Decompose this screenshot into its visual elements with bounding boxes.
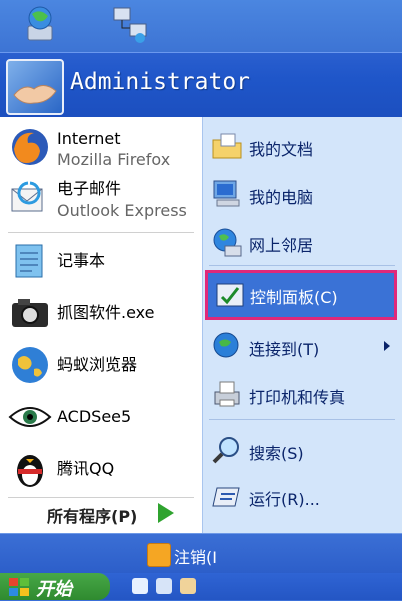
menu-item-network-places[interactable]: 网上邻居 xyxy=(203,221,402,263)
menu-item-my-documents[interactable]: 我的文档 xyxy=(203,125,402,167)
globe-icon xyxy=(12,347,48,383)
menu-item-label: 控制面板(C) xyxy=(250,288,338,307)
program-subtitle: Mozilla Firefox xyxy=(57,150,171,169)
menu-item-connect-to[interactable]: 连接到(T) xyxy=(203,325,402,367)
quicklaunch-ie-icon[interactable] xyxy=(132,578,148,594)
outlook-express-icon xyxy=(11,181,43,212)
start-button[interactable]: 开始 xyxy=(0,573,110,600)
menu-item-label: 网上邻居 xyxy=(249,236,314,255)
desktop-strip xyxy=(0,0,402,52)
program-title: 蚂蚁浏览器 xyxy=(57,355,138,374)
camera-icon xyxy=(12,299,48,327)
network-places-icon xyxy=(213,228,242,257)
program-title: 电子邮件 xyxy=(57,179,122,198)
program-tencent-qq[interactable]: 腾讯QQ xyxy=(0,445,202,495)
separator xyxy=(8,497,194,498)
submenu-arrow-icon xyxy=(384,341,390,351)
system-places-pane: 我的文档 我的电脑 网上邻居 控制面板(C) 连接到(T) 打印机和传真 搜索(… xyxy=(202,117,402,533)
printer-icon xyxy=(214,381,240,407)
menu-item-run[interactable]: 运行(R)... xyxy=(203,475,402,517)
menu-item-printers-faxes[interactable]: 打印机和传真 xyxy=(203,373,402,415)
user-name: Administrator xyxy=(70,69,251,95)
start-menu-header: Administrator xyxy=(0,52,402,117)
quicklaunch-tool-icon[interactable] xyxy=(180,578,196,594)
firefox-icon xyxy=(12,129,48,165)
my-documents-icon xyxy=(212,133,242,159)
quicklaunch-app-icon[interactable] xyxy=(156,578,172,594)
separator xyxy=(209,419,395,420)
menu-item-label: 我的文档 xyxy=(249,140,314,159)
program-notepad[interactable]: 记事本 xyxy=(0,237,202,287)
connect-to-icon xyxy=(213,332,239,358)
menu-item-label: 我的电脑 xyxy=(249,188,314,207)
user-avatar[interactable] xyxy=(6,59,64,115)
separator xyxy=(8,232,194,233)
program-title: Internet xyxy=(57,129,121,148)
taskbar: 开始 xyxy=(0,573,402,600)
network-globe-desktop-icon[interactable] xyxy=(20,4,60,44)
eye-icon xyxy=(8,407,52,427)
program-firefox[interactable]: Internet Mozilla Firefox xyxy=(0,121,202,171)
run-icon xyxy=(212,487,240,507)
search-icon xyxy=(212,437,239,464)
play-arrow-icon[interactable] xyxy=(158,503,174,523)
notepad-icon xyxy=(15,244,43,278)
network-computers-desktop-icon[interactable] xyxy=(110,4,150,44)
all-programs-label[interactable]: 所有程序(P) xyxy=(47,503,137,527)
program-title: 腾讯QQ xyxy=(57,459,115,478)
windows-flag-icon xyxy=(9,578,29,596)
pinned-programs-pane: Internet Mozilla Firefox 电子邮件 Outlook Ex… xyxy=(0,117,202,533)
key-icon[interactable] xyxy=(147,543,171,567)
control-panel-icon xyxy=(216,283,244,307)
menu-item-label: 连接到(T) xyxy=(249,340,320,359)
program-subtitle: Outlook Express xyxy=(57,201,187,220)
start-menu-footer: 注销(I xyxy=(0,533,402,574)
menu-item-label: 运行(R)... xyxy=(249,490,320,509)
logoff-button[interactable]: 注销(I xyxy=(174,544,217,568)
start-label: 开始 xyxy=(36,579,72,600)
handshake-avatar-icon xyxy=(13,85,57,104)
menu-item-search[interactable]: 搜索(S) xyxy=(203,429,402,471)
separator xyxy=(209,265,395,266)
menu-item-control-panel[interactable]: 控制面板(C) xyxy=(205,270,397,320)
my-computer-icon xyxy=(213,180,240,207)
menu-item-label: 搜索(S) xyxy=(249,444,304,463)
program-outlook-express[interactable]: 电子邮件 Outlook Express xyxy=(0,175,202,225)
qq-penguin-icon xyxy=(17,455,43,487)
program-title: 抓图软件.exe xyxy=(57,303,155,322)
program-ant-browser[interactable]: 蚂蚁浏览器 xyxy=(0,341,202,391)
program-acdsee[interactable]: ACDSee5 xyxy=(0,393,202,443)
menu-item-my-computer[interactable]: 我的电脑 xyxy=(203,173,402,215)
menu-item-label: 打印机和传真 xyxy=(249,388,346,407)
program-title: ACDSee5 xyxy=(57,407,132,426)
program-title: 记事本 xyxy=(57,251,106,270)
program-screenshot-tool[interactable]: 抓图软件.exe xyxy=(0,289,202,339)
